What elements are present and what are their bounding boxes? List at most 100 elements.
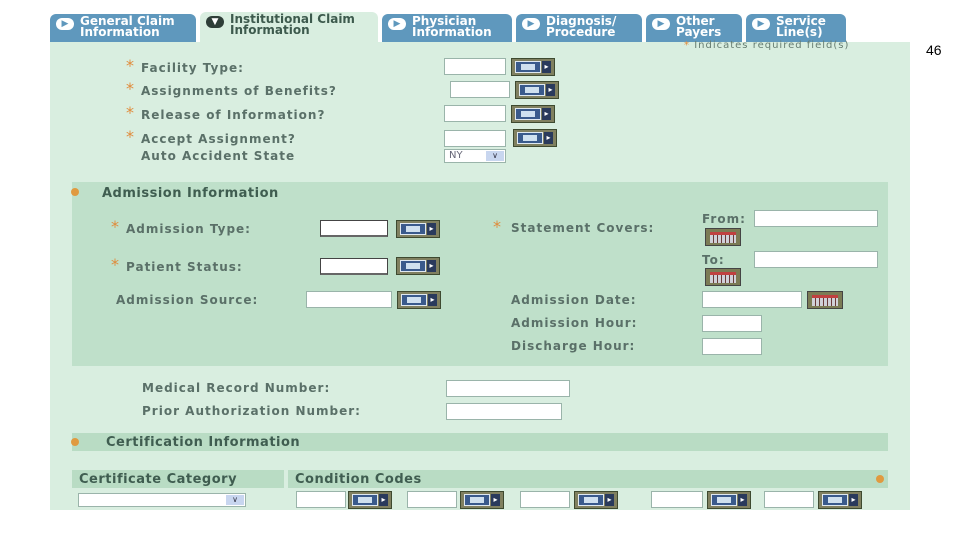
release-of-information-label: Release of Information?	[141, 108, 326, 122]
accept-assignment-input[interactable]	[444, 130, 506, 147]
condition-code-input[interactable]	[296, 491, 346, 508]
arrow-right-icon: ▸	[428, 294, 437, 306]
release-of-information-lookup-button[interactable]: ▸	[511, 105, 555, 123]
admission-date-input[interactable]	[702, 291, 802, 308]
list-icon	[517, 132, 543, 144]
tab-general-claim[interactable]: ▶ General Claim Information	[50, 14, 196, 42]
required-star: *	[493, 217, 501, 236]
arrow-right-icon: ▸	[849, 494, 858, 506]
admission-type-input[interactable]	[320, 220, 388, 237]
certificate-category-label: Certificate Category	[79, 472, 238, 487]
list-icon	[822, 494, 848, 506]
release-of-information-input[interactable]	[444, 105, 506, 122]
tab-label: Payers	[676, 25, 722, 39]
arrow-right-icon: ▸	[427, 260, 436, 272]
certificate-category-select[interactable]: ∨	[78, 493, 246, 507]
statement-from-calendar-button[interactable]	[705, 228, 741, 246]
admission-type-lookup-button[interactable]: ▸	[396, 220, 440, 238]
facility-type-input[interactable]	[444, 58, 506, 75]
chevron-down-icon: ∨	[486, 151, 504, 161]
condition-code-input[interactable]	[520, 491, 570, 508]
condition-code-input[interactable]	[651, 491, 703, 508]
admission-hour-input[interactable]	[702, 315, 762, 332]
section-bullet-icon	[876, 475, 884, 483]
arrow-right-icon: ▸	[542, 61, 551, 73]
list-icon	[515, 61, 541, 73]
arrow-right-icon: ▶	[652, 18, 670, 30]
required-star: *	[126, 79, 134, 98]
tab-institutional-claim[interactable]: ▼ Institutional Claim Information	[200, 12, 378, 42]
arrow-right-icon: ▸	[379, 494, 388, 506]
assignments-of-benefits-input[interactable]	[450, 81, 510, 98]
condition-code-input[interactable]	[407, 491, 457, 508]
calendar-icon	[812, 295, 838, 306]
assignments-of-benefits-label: Assignments of Benefits?	[141, 84, 337, 98]
arrow-right-icon: ▶	[752, 18, 770, 30]
calendar-icon	[710, 272, 736, 283]
tab-physician[interactable]: ▶ Physician Information	[382, 14, 512, 42]
required-star: *	[111, 217, 119, 236]
facility-type-lookup-button[interactable]: ▸	[511, 58, 555, 76]
arrow-right-icon: ▶	[56, 18, 74, 30]
from-label: From:	[702, 212, 746, 226]
list-icon	[400, 260, 426, 272]
arrow-right-icon: ▸	[738, 494, 747, 506]
tab-label: Procedure	[546, 25, 616, 39]
required-star: *	[111, 255, 119, 274]
tab-diagnosis-procedure[interactable]: ▶ Diagnosis/ Procedure	[516, 14, 642, 42]
required-star: *	[126, 127, 134, 146]
tab-label: Information	[80, 25, 160, 39]
required-fields-note: * Indicates required field(s)	[684, 40, 849, 51]
admission-date-calendar-button[interactable]	[807, 291, 843, 309]
list-icon	[352, 494, 378, 506]
arrow-right-icon: ▸	[491, 494, 500, 506]
list-icon	[515, 108, 541, 120]
tab-label: Information	[230, 23, 310, 37]
medical-record-number-input[interactable]	[446, 380, 570, 397]
auto-accident-state-label: Auto Accident State	[141, 149, 296, 163]
prior-authorization-number-label: Prior Authorization Number:	[142, 404, 361, 418]
condition-code-input[interactable]	[764, 491, 814, 508]
arrow-right-icon: ▸	[605, 494, 614, 506]
condition-code-lookup-button[interactable]: ▸	[818, 491, 862, 509]
condition-code-lookup-button[interactable]: ▸	[460, 491, 504, 509]
condition-code-lookup-button[interactable]: ▸	[348, 491, 392, 509]
condition-code-lookup-button[interactable]: ▸	[574, 491, 618, 509]
list-icon	[578, 494, 604, 506]
auto-accident-state-select[interactable]: NY ∨	[444, 149, 506, 163]
patient-status-input[interactable]	[320, 258, 388, 275]
section-bullet-icon	[71, 438, 79, 446]
admission-source-label: Admission Source:	[116, 293, 259, 307]
patient-status-lookup-button[interactable]: ▸	[396, 257, 440, 275]
list-icon	[519, 84, 545, 96]
prior-authorization-number-input[interactable]	[446, 403, 562, 420]
admission-source-lookup-button[interactable]: ▸	[397, 291, 441, 309]
list-icon	[711, 494, 737, 506]
required-star: *	[684, 40, 690, 51]
arrow-right-icon: ▸	[546, 84, 555, 96]
tab-service-lines[interactable]: ▶ Service Line(s)	[746, 14, 846, 42]
discharge-hour-input[interactable]	[702, 338, 762, 355]
condition-code-lookup-button[interactable]: ▸	[707, 491, 751, 509]
admission-source-input[interactable]	[306, 291, 392, 308]
medical-record-number-label: Medical Record Number:	[142, 381, 331, 395]
section-bullet-icon	[71, 188, 79, 196]
statement-from-input[interactable]	[754, 210, 878, 227]
accept-assignment-label: Accept Assignment?	[141, 132, 296, 146]
list-icon	[400, 223, 426, 235]
assignments-of-benefits-lookup-button[interactable]: ▸	[515, 81, 559, 99]
statement-to-input[interactable]	[754, 251, 878, 268]
discharge-hour-label: Discharge Hour:	[511, 339, 636, 353]
statement-covers-label: Statement Covers:	[511, 221, 655, 235]
admission-date-label: Admission Date:	[511, 293, 637, 307]
list-icon	[401, 294, 427, 306]
admission-type-label: Admission Type:	[126, 222, 251, 236]
statement-to-calendar-button[interactable]	[705, 268, 741, 286]
accept-assignment-lookup-button[interactable]: ▸	[513, 129, 557, 147]
tab-other-payers[interactable]: ▶ Other Payers	[646, 14, 742, 42]
arrow-right-icon: ▸	[542, 108, 551, 120]
admission-section-title: Admission Information	[102, 186, 279, 201]
arrow-right-icon: ▶	[522, 18, 540, 30]
required-star: *	[126, 56, 134, 75]
auto-accident-state-value: NY	[449, 150, 463, 161]
